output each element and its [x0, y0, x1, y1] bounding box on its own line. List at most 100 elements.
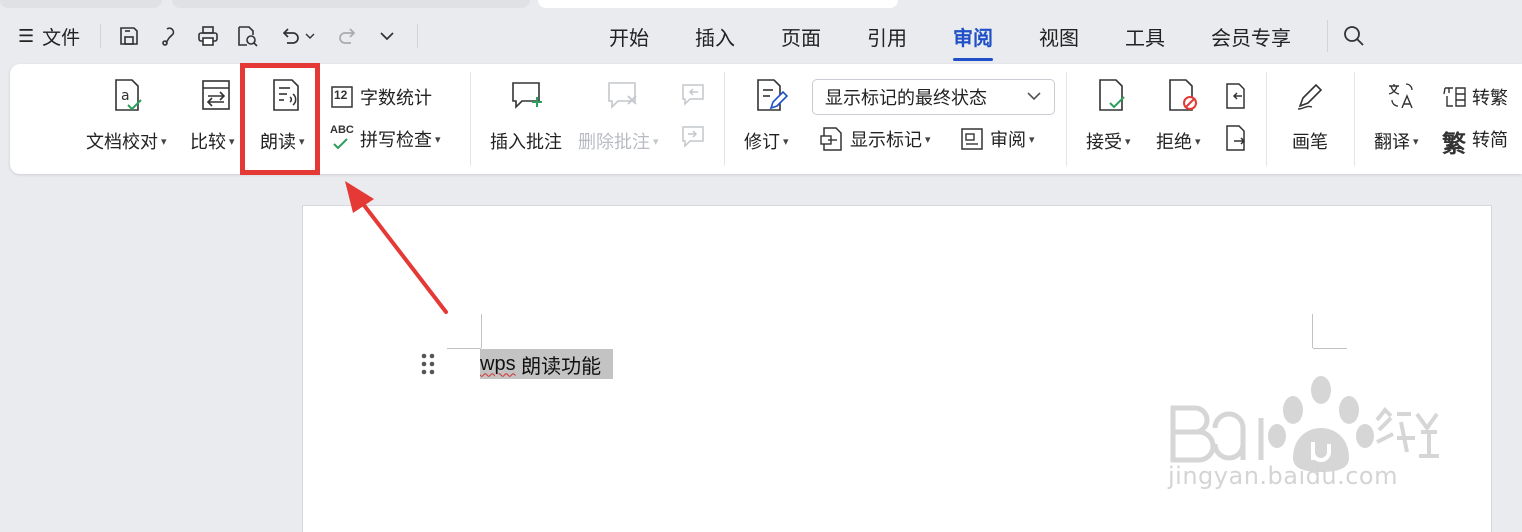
compare-icon: [200, 78, 232, 117]
track-changes-icon: [754, 78, 789, 117]
dropdown-caret-icon: ▾: [161, 135, 167, 148]
file-menu[interactable]: ☰ 文件: [18, 8, 80, 64]
previous-change-button[interactable]: [1222, 82, 1252, 112]
window-tab-strip: [0, 0, 1522, 8]
crop-mark: [481, 314, 482, 348]
reject-icon: [1166, 78, 1200, 117]
group-divider: [470, 72, 471, 166]
markup-display-select[interactable]: 显示标记的最终状态: [812, 79, 1055, 115]
spell-check-button[interactable]: ABC 拼写检查 ▾: [330, 124, 456, 154]
tab-insert[interactable]: 插入: [695, 8, 735, 64]
translate-icon: [1384, 80, 1416, 117]
dropdown-caret-icon: ▾: [1195, 135, 1201, 148]
group-divider: [1266, 72, 1267, 166]
group-divider: [1066, 72, 1067, 166]
divider: [100, 24, 101, 48]
to-simplified-label: 转简: [1472, 130, 1508, 150]
tab-review[interactable]: 审阅: [953, 8, 993, 64]
dropdown-caret-icon: ▾: [925, 133, 931, 146]
translate-label: 翻译: [1374, 132, 1410, 152]
undo-dropdown-icon[interactable]: [302, 22, 318, 50]
doc-proofread-button[interactable]: a 文档校对 ▾: [82, 78, 174, 162]
hamburger-icon: ☰: [18, 25, 35, 46]
review-pane-label: 审阅: [990, 130, 1026, 150]
track-changes-button[interactable]: 修订 ▾: [740, 78, 800, 162]
svg-text:a: a: [121, 88, 130, 104]
window-tab-active[interactable]: [538, 0, 898, 8]
to-simplified-button[interactable]: 繁 转简: [1442, 126, 1518, 158]
dropdown-caret-icon: ▾: [1029, 133, 1035, 146]
crop-mark: [447, 348, 481, 349]
insert-comment-icon: [510, 80, 546, 117]
dropdown-caret-icon: ▾: [1125, 135, 1131, 148]
tab-tools[interactable]: 工具: [1125, 8, 1165, 64]
word-count-label: 字数统计: [360, 88, 432, 108]
word-count-button[interactable]: 12 字数统计: [330, 84, 440, 112]
save-icon[interactable]: [115, 22, 143, 50]
doc-proofread-label: 文档校对: [86, 132, 158, 152]
redo-icon[interactable]: [334, 22, 362, 50]
previous-comment-button[interactable]: [680, 82, 710, 112]
dropdown-caret-icon: ▾: [783, 135, 789, 148]
document-text-rest: 朗读功能: [515, 355, 602, 378]
watermark-url: jingyan.baidu.com: [1168, 462, 1398, 490]
tab-references[interactable]: 引用: [867, 8, 907, 64]
misspelled-word: wps: [480, 352, 516, 375]
compare-label: 比较: [190, 132, 226, 152]
dropdown-caret-icon: ▾: [1413, 135, 1419, 148]
file-menu-label: 文件: [42, 27, 81, 49]
review-ribbon: a 文档校对 ▾ 比较 ▾ 朗读 ▾ 12 字数统计 ABC 拼写检查 ▾ 插入…: [10, 64, 1522, 174]
pen-button[interactable]: 画笔: [1286, 78, 1336, 162]
accept-icon: [1096, 78, 1128, 117]
group-divider: [1354, 72, 1355, 166]
next-change-button[interactable]: [1222, 124, 1252, 154]
divider: [1327, 20, 1328, 52]
next-comment-button[interactable]: [680, 124, 710, 154]
read-aloud-highlight: [240, 63, 320, 175]
tab-page[interactable]: 页面: [781, 8, 821, 64]
review-pane-button[interactable]: 审阅 ▾: [960, 126, 1050, 154]
tab-membership[interactable]: 会员专享: [1211, 8, 1291, 64]
search-icon[interactable]: [1340, 22, 1368, 50]
traditional-chinese-icon: [1442, 84, 1468, 115]
delete-comment-icon: [606, 80, 642, 117]
to-traditional-button[interactable]: 转繁: [1442, 84, 1518, 112]
pen-icon: [1294, 80, 1326, 117]
undo-icon[interactable]: [276, 22, 304, 50]
selected-document-text[interactable]: wps 朗读功能: [480, 349, 614, 379]
format-painter-icon[interactable]: [156, 22, 184, 50]
word-count-badge: 12: [334, 88, 348, 102]
print-icon[interactable]: [194, 22, 222, 50]
dropdown-caret-icon: ▾: [229, 135, 235, 148]
review-pane-icon: [960, 127, 984, 156]
accept-button[interactable]: 接受 ▾: [1082, 78, 1142, 162]
insert-comment-button[interactable]: 插入批注: [488, 78, 568, 162]
tab-start[interactable]: 开始: [609, 8, 649, 64]
doc-proofread-icon: a: [112, 78, 144, 117]
print-preview-icon[interactable]: [233, 22, 261, 50]
show-markup-button[interactable]: 显示标记 ▾: [820, 126, 946, 154]
divider: [417, 24, 418, 48]
translate-button[interactable]: 翻译 ▾: [1370, 78, 1430, 162]
insert-comment-label: 插入批注: [490, 132, 562, 152]
active-tab-indicator: [953, 58, 993, 61]
window-tab[interactable]: [172, 0, 530, 8]
compare-button[interactable]: 比较 ▾: [186, 78, 246, 162]
crop-mark: [1313, 348, 1347, 349]
reject-button[interactable]: 拒绝 ▾: [1152, 78, 1212, 162]
track-changes-label: 修订: [744, 132, 780, 152]
delete-comment-button[interactable]: 删除批注 ▾: [576, 78, 668, 162]
accept-label: 接受: [1086, 132, 1122, 152]
menu-bar: ☰ 文件 开始 插入 页面 引用 审阅 视图 工具 会员专享: [0, 8, 1522, 64]
group-divider: [724, 72, 725, 166]
reject-label: 拒绝: [1156, 132, 1192, 152]
more-chevron-icon[interactable]: [373, 22, 401, 50]
show-markup-label: 显示标记: [850, 130, 922, 150]
window-tab[interactable]: [0, 0, 162, 8]
spell-check-icon: ABC: [330, 124, 358, 152]
crop-mark: [1312, 314, 1313, 348]
chevron-down-icon: [1027, 92, 1041, 101]
paragraph-drag-handle-icon[interactable]: [420, 352, 436, 376]
tab-view[interactable]: 视图: [1039, 8, 1079, 64]
markup-display-value: 显示标记的最终状态: [825, 88, 987, 108]
